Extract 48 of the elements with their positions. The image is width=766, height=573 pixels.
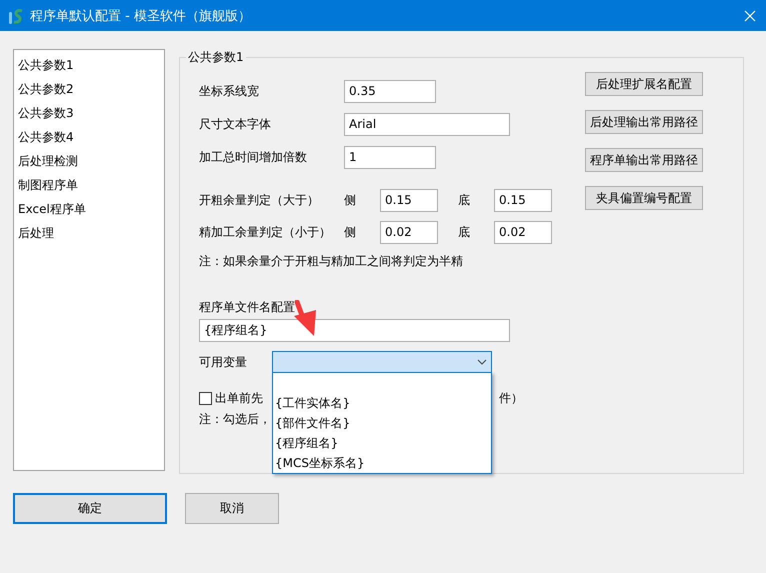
field-label: 程序单文件名配置 bbox=[199, 299, 296, 316]
config-button[interactable]: 后处理输出常用路径 bbox=[585, 110, 703, 134]
field-label: 侧 bbox=[344, 224, 357, 241]
sidebar-item[interactable]: 公共参数4 bbox=[14, 125, 164, 149]
field-label: 底 bbox=[458, 224, 471, 241]
logo-icon bbox=[8, 6, 24, 24]
window-title: 程序单默认配置 - 模圣软件（旗舰版） bbox=[30, 8, 252, 24]
dropdown-option[interactable]: {部件文件名} bbox=[273, 413, 491, 433]
input-field[interactable]: 0.35 bbox=[344, 80, 436, 103]
input-field[interactable]: {程序组名} bbox=[199, 319, 510, 342]
sidebar-item[interactable]: 公共参数2 bbox=[14, 77, 164, 101]
input-field[interactable]: 1 bbox=[344, 146, 436, 169]
sidebar-item[interactable]: 公共参数3 bbox=[14, 101, 164, 125]
input-field[interactable]: 0.02 bbox=[380, 221, 438, 244]
sidebar-item[interactable]: 后处理 bbox=[14, 221, 164, 245]
dropdown-field[interactable] bbox=[272, 351, 492, 373]
sidebar-item[interactable]: 后处理检测 bbox=[14, 149, 164, 173]
dropdown-option[interactable]: {程序组名} bbox=[273, 433, 491, 453]
field-label: 开粗余量判定（大于） bbox=[199, 192, 320, 209]
field-label: 底 bbox=[458, 192, 471, 209]
field-label: 侧 bbox=[344, 192, 357, 209]
sidebar-item[interactable]: 制图程序单 bbox=[14, 173, 164, 197]
field-label: 精加工余量判定（小于） bbox=[199, 224, 332, 241]
dropdown-option[interactable]: {MCS坐标系名} bbox=[273, 453, 491, 473]
input-field[interactable]: 0.15 bbox=[380, 189, 438, 212]
note-text: 注：如果余量介于开粗与精加工之间将判定为半精 bbox=[199, 253, 464, 270]
config-button[interactable]: 后处理扩展名配置 bbox=[585, 72, 703, 96]
checkbox-label: 件） bbox=[499, 390, 523, 406]
checkbox[interactable] bbox=[199, 392, 212, 404]
field-label: 尺寸文本字体 bbox=[199, 116, 272, 133]
sidebar-item[interactable]: Excel程序单 bbox=[14, 197, 164, 221]
dialog-button[interactable]: 取消 bbox=[185, 493, 279, 524]
field-label: 加工总时间增加倍数 bbox=[199, 149, 308, 166]
config-button[interactable]: 夹具偏置编号配置 bbox=[585, 186, 703, 210]
group-title: 公共参数1 bbox=[186, 50, 246, 65]
sidebar-item[interactable]: 公共参数1 bbox=[14, 53, 164, 77]
dialog-button[interactable]: 确定 bbox=[13, 493, 167, 524]
field-label: 可用变量 bbox=[199, 354, 248, 370]
chevron-down-icon bbox=[477, 359, 487, 365]
note-text: 注：勾选后， bbox=[199, 411, 271, 428]
config-button[interactable]: 程序单输出常用路径 bbox=[585, 148, 703, 172]
field-label: 坐标系线宽 bbox=[199, 83, 260, 100]
checkbox-label: 出单前先 bbox=[215, 390, 263, 406]
dropdown-option[interactable]: {工件实体名} bbox=[273, 393, 491, 413]
input-field[interactable]: 0.02 bbox=[494, 221, 552, 244]
input-field[interactable]: Arial bbox=[344, 113, 510, 136]
input-field[interactable]: 0.15 bbox=[494, 189, 552, 212]
close-icon[interactable] bbox=[744, 10, 756, 22]
